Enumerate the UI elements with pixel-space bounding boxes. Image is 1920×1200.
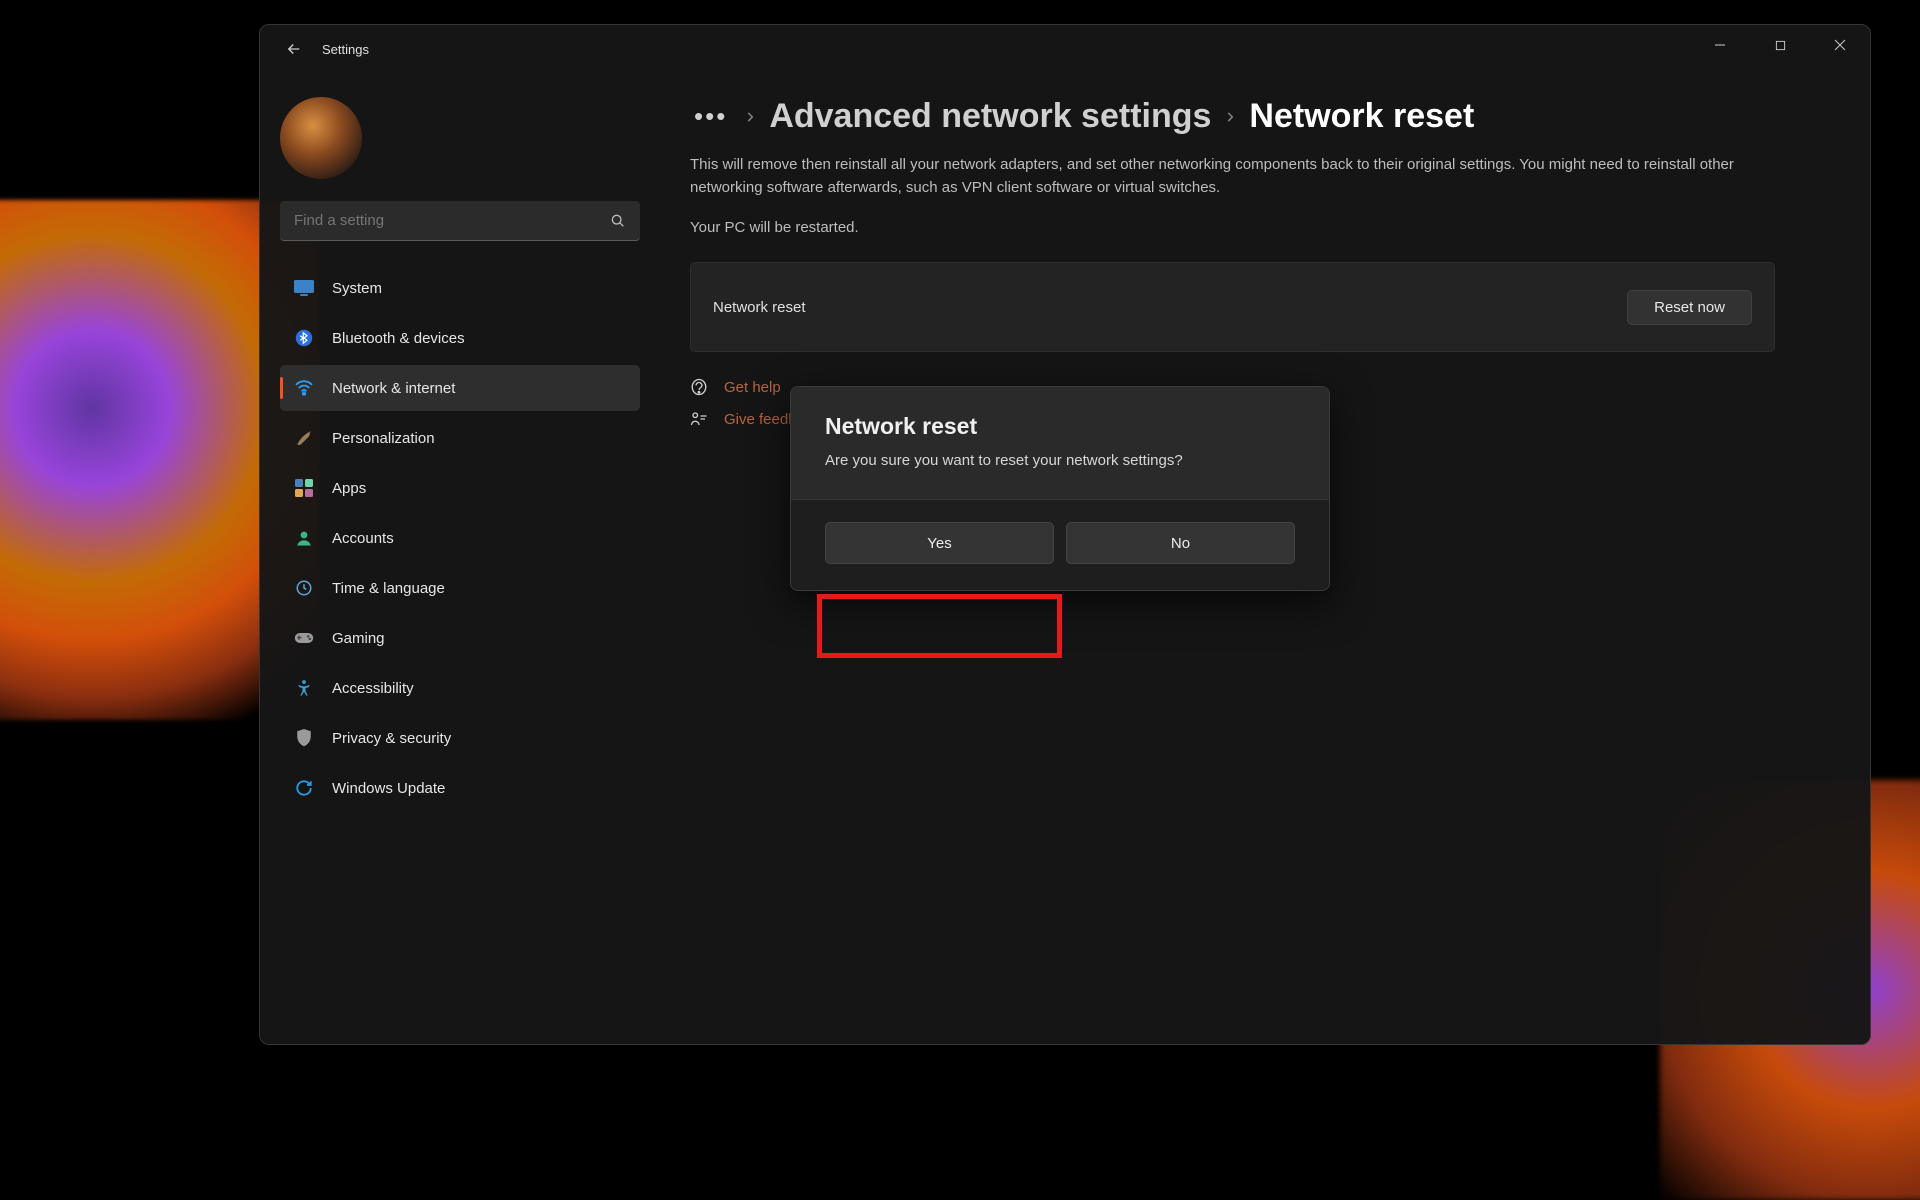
arrow-left-icon [285,40,303,58]
breadcrumb-link-advanced[interactable]: Advanced network settings [769,97,1211,136]
sidebar: System Bluetooth & devices Network & int… [260,73,660,1044]
sidebar-item-windows-update[interactable]: Windows Update [280,765,640,811]
sidebar-item-label: Windows Update [332,780,445,797]
sidebar-item-label: Accessibility [332,680,414,697]
sidebar-item-label: Gaming [332,630,385,647]
maximize-icon [1775,40,1786,51]
description-text: This will remove then reinstall all your… [690,154,1780,199]
gamepad-icon [294,628,314,648]
paintbrush-icon [294,428,314,448]
close-icon [1834,39,1846,51]
sidebar-item-personalization[interactable]: Personalization [280,415,640,461]
chevron-right-icon [743,110,757,124]
dialog-yes-button[interactable]: Yes [825,522,1054,564]
breadcrumb-more[interactable]: ••• [690,101,731,132]
back-button[interactable] [276,31,312,67]
reset-now-button[interactable]: Reset now [1627,290,1752,325]
close-button[interactable] [1810,25,1870,65]
sidebar-item-label: Accounts [332,530,394,547]
bluetooth-icon [294,328,314,348]
window-controls [1690,25,1870,65]
dialog-body: Network reset Are you sure you want to r… [791,387,1329,499]
window-title: Settings [322,42,369,57]
minimize-button[interactable] [1690,25,1750,65]
user-avatar[interactable] [280,97,362,179]
dialog-message: Are you sure you want to reset your netw… [825,452,1295,469]
page-title: Network reset [1249,97,1474,136]
sidebar-item-privacy[interactable]: Privacy & security [280,715,640,761]
network-reset-card: Network reset Reset now [690,262,1775,352]
sidebar-item-accounts[interactable]: Accounts [280,515,640,561]
sidebar-item-label: Time & language [332,580,445,597]
shield-icon [294,728,314,748]
sidebar-item-label: Bluetooth & devices [332,330,465,347]
card-label: Network reset [713,299,806,316]
maximize-button[interactable] [1750,25,1810,65]
breadcrumb: ••• Advanced network settings Network re… [690,97,1830,136]
clock-icon [294,578,314,598]
sidebar-item-label: Privacy & security [332,730,451,747]
help-icon [690,378,710,396]
wifi-icon [294,378,314,398]
sidebar-item-label: Apps [332,480,366,497]
chevron-right-icon [1223,110,1237,124]
search-box[interactable] [280,201,640,241]
titlebar: Settings [260,25,1870,73]
restart-note: Your PC will be restarted. [690,219,1830,236]
sidebar-item-apps[interactable]: Apps [280,465,640,511]
display-icon [294,278,314,298]
apps-icon [294,478,314,498]
sidebar-item-label: System [332,280,382,297]
sidebar-item-label: Personalization [332,430,435,447]
sidebar-item-label: Network & internet [332,380,455,397]
minimize-icon [1714,39,1726,51]
sidebar-item-system[interactable]: System [280,265,640,311]
dialog-no-button[interactable]: No [1066,522,1295,564]
nav-list: System Bluetooth & devices Network & int… [280,265,640,811]
sidebar-item-gaming[interactable]: Gaming [280,615,640,661]
search-input[interactable] [294,212,610,229]
search-icon [610,213,626,229]
sidebar-item-network[interactable]: Network & internet [280,365,640,411]
update-icon [294,778,314,798]
dialog-actions: Yes No [791,499,1329,590]
confirm-dialog: Network reset Are you sure you want to r… [790,386,1330,591]
link-label: Get help [724,379,781,396]
person-icon [294,528,314,548]
sidebar-item-accessibility[interactable]: Accessibility [280,665,640,711]
accessibility-icon [294,678,314,698]
feedback-icon [690,410,710,428]
dialog-title: Network reset [825,413,1295,440]
sidebar-item-bluetooth[interactable]: Bluetooth & devices [280,315,640,361]
sidebar-item-time-language[interactable]: Time & language [280,565,640,611]
